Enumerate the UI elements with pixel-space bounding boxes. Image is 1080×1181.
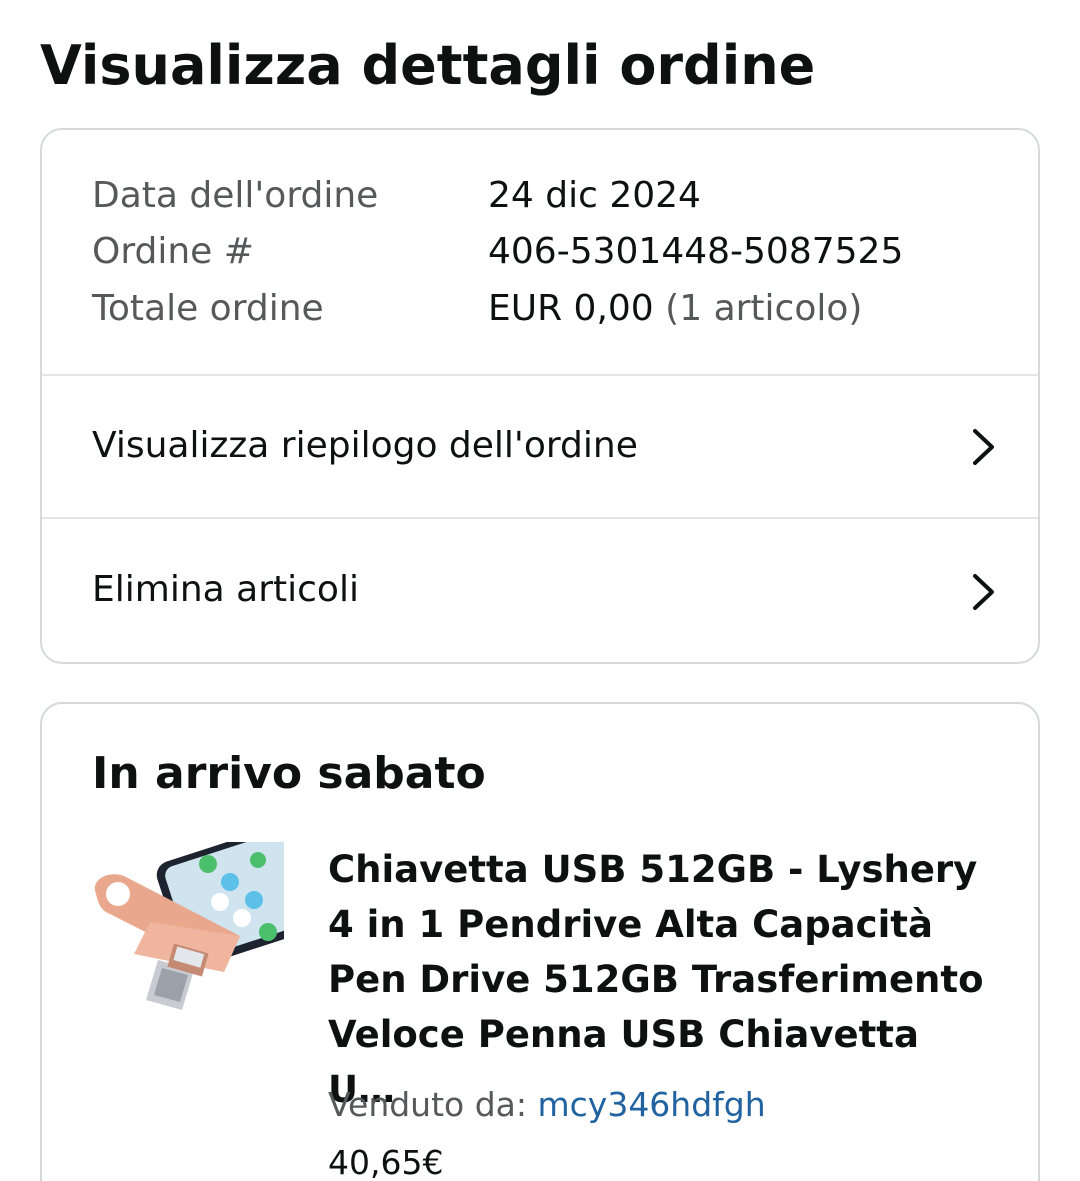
seller-link[interactable]: mcy346hdfgh — [538, 1085, 766, 1124]
order-date-label: Data dell'ordine — [92, 175, 379, 216]
product-price: 40,65€ — [328, 1143, 444, 1181]
chevron-right-icon — [973, 428, 994, 465]
delivery-card: In arrivo sabato Chiavetta USB 512GB - L… — [40, 702, 1040, 1181]
order-number-row: Ordine # 406-5301448-5087525 — [92, 224, 992, 280]
view-order-summary-label: Visualizza riepilogo dell'ordine — [92, 425, 638, 466]
order-item-count: (1 articolo) — [665, 288, 863, 329]
order-total-label: Totale ordine — [92, 288, 324, 329]
usb-flash-drive-image[interactable] — [90, 842, 284, 1036]
product-title-link[interactable]: Chiavetta USB 512GB - Lyshery 4 in 1 Pen… — [328, 842, 996, 1117]
order-date-value: 24 dic 2024 — [488, 175, 701, 216]
delete-items-link[interactable]: Elimina articoli — [42, 520, 1038, 662]
order-total-amount: EUR 0,00 — [488, 288, 654, 329]
order-date-row: Data dell'ordine 24 dic 2024 — [92, 168, 992, 224]
delivery-status-title: In arrivo sabato — [92, 748, 486, 799]
sold-by-label: Venduto da: — [328, 1085, 527, 1124]
order-total-value: EUR 0,00 (1 articolo) — [488, 281, 862, 337]
view-order-summary-link[interactable]: Visualizza riepilogo dell'ordine — [42, 376, 1038, 519]
order-number-label: Ordine # — [92, 231, 254, 272]
order-info-block: Data dell'ordine 24 dic 2024 Ordine # 40… — [42, 130, 1038, 376]
page-title: Visualizza dettagli ordine — [40, 34, 816, 97]
order-details-page: Visualizza dettagli ordine Data dell'ord… — [0, 0, 1080, 1181]
order-total-row: Totale ordine EUR 0,00 (1 articolo) — [92, 281, 992, 337]
order-summary-card: Data dell'ordine 24 dic 2024 Ordine # 40… — [40, 128, 1040, 664]
sold-by-row: Venduto da: mcy346hdfgh — [328, 1080, 766, 1130]
order-number-value: 406-5301448-5087525 — [488, 231, 904, 272]
delete-items-label: Elimina articoli — [92, 569, 359, 610]
chevron-right-icon — [973, 574, 994, 610]
